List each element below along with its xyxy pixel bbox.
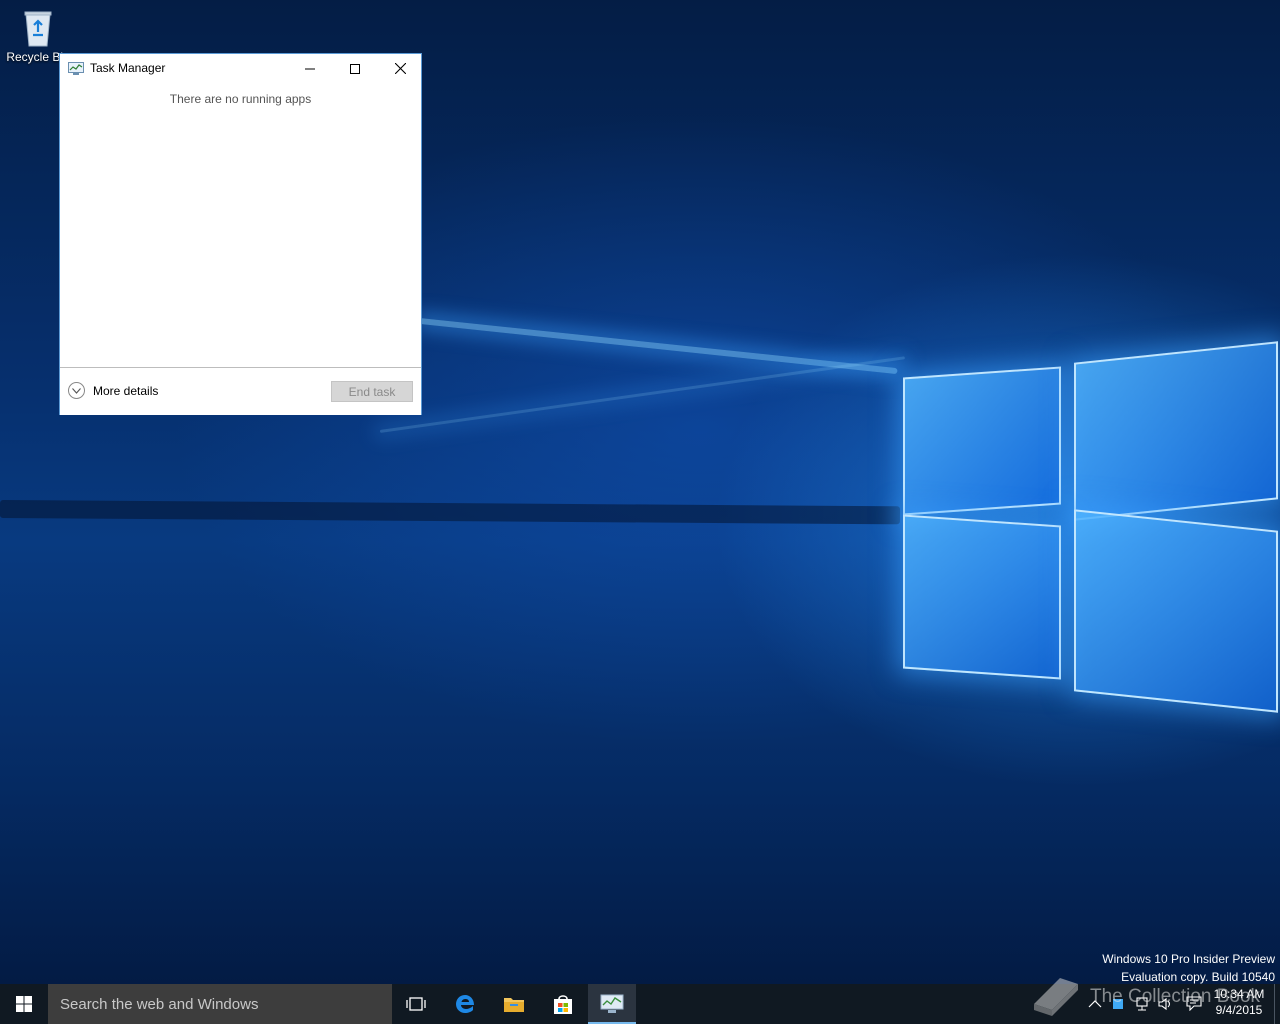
wallpaper-window-pane	[1074, 341, 1278, 521]
book-logo-icon	[1034, 978, 1078, 1016]
wallpaper-shadow-band	[0, 500, 901, 525]
wallpaper-light-beam	[379, 356, 906, 433]
task-view-button[interactable]	[392, 984, 440, 1024]
windows-logo-icon	[16, 996, 32, 1012]
wallpaper-window-pane	[903, 514, 1061, 680]
taskbar-task-manager[interactable]	[588, 984, 636, 1024]
maximize-button[interactable]	[332, 54, 378, 83]
window-title: Task Manager	[90, 61, 166, 75]
task-manager-icon	[68, 62, 84, 76]
close-icon	[394, 63, 406, 74]
more-details-toggle[interactable]: More details	[68, 382, 158, 399]
search-box[interactable]: Search the web and Windows	[48, 984, 392, 1024]
task-view-icon	[406, 997, 426, 1011]
search-placeholder: Search the web and Windows	[60, 995, 259, 1013]
window-footer: More details End task	[60, 367, 421, 415]
more-details-label: More details	[93, 383, 159, 398]
taskbar-file-explorer[interactable]	[490, 984, 538, 1024]
show-desktop-button[interactable]	[1274, 984, 1275, 1024]
close-button[interactable]	[377, 54, 423, 83]
task-manager-window[interactable]: Task Manager There are no running apps M…	[59, 53, 422, 415]
task-manager-icon	[600, 994, 624, 1013]
end-task-button[interactable]: End task	[331, 381, 413, 402]
minimize-icon	[305, 68, 315, 69]
taskbar-edge[interactable]	[441, 984, 489, 1024]
start-button[interactable]	[0, 984, 48, 1024]
wallpaper-window-pane	[1074, 509, 1278, 713]
wallpaper-window-pane	[903, 366, 1061, 516]
minimize-button[interactable]	[287, 54, 333, 83]
wallpaper-light-beam	[419, 318, 898, 375]
folder-icon	[504, 998, 524, 1012]
maximize-icon	[350, 63, 360, 74]
empty-apps-message: There are no running apps	[169, 92, 312, 106]
recycle-bin-icon	[22, 8, 54, 48]
title-bar[interactable]: Task Manager	[60, 54, 421, 84]
watermark-edition: Windows 10 Pro Insider Preview	[1102, 952, 1275, 966]
chevron-down-icon	[68, 382, 85, 399]
brand-overlay: The Collection Book	[1030, 974, 1260, 1020]
edge-browser-icon	[456, 995, 474, 1013]
taskbar-store[interactable]	[539, 984, 587, 1024]
store-bag-icon	[554, 995, 572, 1014]
brand-overlay-text: The Collection Book	[1090, 986, 1261, 1007]
